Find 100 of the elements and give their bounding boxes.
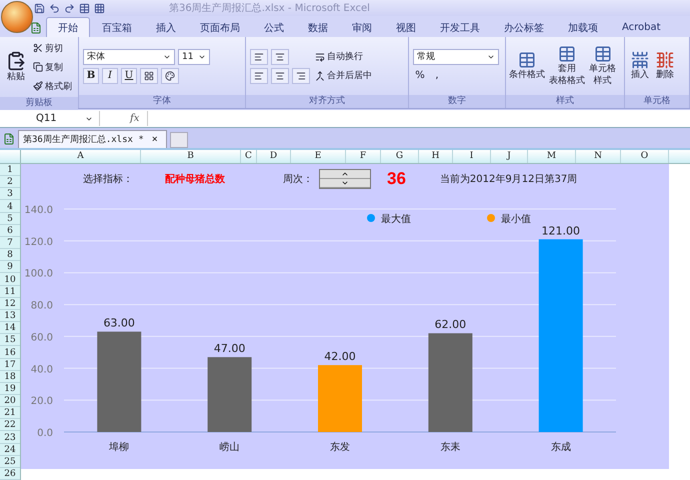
font-name-field[interactable]: 宋体 — [83, 48, 175, 64]
ribbon-tab[interactable]: 视图 — [384, 17, 428, 37]
column-header[interactable]: C — [241, 150, 257, 163]
column-header[interactable]: G — [381, 150, 419, 163]
column-header[interactable]: H — [419, 150, 453, 163]
row-header[interactable]: 15 — [0, 334, 20, 346]
column-header[interactable]: B — [141, 150, 241, 163]
ribbon-tab[interactable]: 插入 — [144, 17, 188, 37]
column-header[interactable]: D — [257, 150, 291, 163]
style-button[interactable]: 单元格 样式 — [587, 45, 618, 87]
column-header[interactable]: J — [491, 150, 528, 163]
alignment-button[interactable]: 合并后居中 — [313, 68, 374, 84]
ribbon-tab[interactable]: 百宝箱 — [90, 17, 144, 37]
ribbon-tab[interactable]: 开始 — [46, 17, 90, 37]
align-top-icon[interactable] — [250, 48, 268, 64]
number-format-button[interactable]: % — [413, 68, 427, 84]
clipboard-button[interactable]: 格式刷 — [31, 78, 74, 94]
row-header[interactable]: 19 — [0, 382, 20, 395]
alignment-button[interactable]: 自动换行 — [313, 48, 374, 64]
row-header[interactable]: 20 — [0, 394, 20, 408]
ribbon-tab[interactable]: Acrobat — [610, 17, 673, 37]
row-header[interactable]: 21 — [0, 407, 20, 420]
undo-icon[interactable] — [49, 2, 60, 14]
insert-cells-icon — [631, 51, 649, 69]
ribbon-tab[interactable]: 页面布局 — [188, 17, 252, 37]
row-header[interactable]: 5 — [0, 212, 20, 225]
office-button[interactable] — [1, 1, 33, 33]
week-number: 36 — [387, 169, 406, 189]
fill-color-icon[interactable] — [161, 68, 179, 84]
row-header[interactable]: 24 — [0, 444, 20, 456]
row-header[interactable]: 18 — [0, 370, 20, 383]
column-header[interactable]: F — [346, 150, 381, 163]
row-header[interactable]: 1 — [0, 164, 20, 176]
row-header[interactable]: 6 — [0, 224, 20, 237]
border-icon[interactable] — [140, 68, 158, 84]
style-button[interactable]: 条件格式 — [507, 51, 547, 81]
column-header[interactable]: N — [576, 150, 621, 163]
align-right-icon[interactable] — [292, 68, 310, 84]
cells-button[interactable]: 插入 — [629, 51, 651, 81]
copy-icon — [33, 62, 43, 72]
ribbon-tab[interactable]: 开发工具 — [428, 17, 492, 37]
row-header[interactable]: 26 — [0, 468, 20, 480]
align-center-icon[interactable] — [271, 68, 289, 84]
axis-tick-label: 140.0 — [24, 205, 53, 216]
column-header[interactable]: O — [621, 150, 669, 163]
category-label: 崂山 — [220, 442, 240, 453]
clipboard-button[interactable]: 复制 — [31, 59, 74, 75]
align-middle-icon[interactable] — [271, 48, 289, 64]
ribbon-tab[interactable]: 办公标签 — [492, 17, 556, 37]
spreadsheet-icon[interactable] — [30, 22, 42, 34]
axis-tick-label: 120.0 — [24, 236, 53, 248]
font-size-field[interactable]: 11 — [178, 48, 210, 64]
data-label: 62.00 — [434, 318, 466, 332]
paste-button[interactable]: 粘贴 — [4, 51, 28, 83]
close-icon[interactable]: × — [152, 134, 158, 145]
category-label: 东耒 — [440, 442, 460, 453]
ribbon-tab[interactable]: 数据 — [296, 17, 340, 37]
row-header[interactable]: 23 — [0, 431, 20, 444]
number-format-field[interactable]: 常规 — [413, 48, 499, 64]
group-label: 数字 — [409, 95, 505, 108]
grid-icon[interactable] — [94, 2, 105, 14]
format-button[interactable]: B — [83, 68, 99, 84]
format-button[interactable]: U — [121, 68, 137, 84]
row-header[interactable]: 11 — [0, 286, 20, 298]
column-header[interactable]: M — [528, 150, 576, 163]
column-header[interactable]: E — [291, 150, 346, 163]
insert-function-button[interactable]: fx — [130, 113, 140, 124]
row-header[interactable]: 10 — [0, 273, 20, 286]
cells-button[interactable]: 删除 — [654, 51, 676, 81]
row-header[interactable]: 13 — [0, 310, 20, 322]
row-header[interactable]: 22 — [0, 419, 20, 432]
row-header[interactable]: 14 — [0, 322, 20, 334]
row-header[interactable]: 12 — [0, 298, 20, 310]
row-header[interactable]: 3 — [0, 188, 20, 200]
clipboard-button[interactable]: 剪切 — [31, 40, 74, 56]
style-button[interactable]: 套用 表格格式 — [547, 45, 587, 87]
column-header[interactable]: I — [453, 150, 491, 163]
ribbon-tab[interactable]: 加载项 — [556, 17, 610, 37]
ribbon-tab[interactable]: 公式 — [252, 17, 296, 37]
name-box[interactable]: Q11 — [0, 111, 100, 126]
number-format-button[interactable]: , — [430, 68, 444, 84]
row-header[interactable]: 2 — [0, 176, 20, 188]
workbook-tab[interactable]: 第36周生产周报汇总.xlsx * × — [18, 130, 167, 148]
save-icon[interactable] — [34, 2, 45, 14]
spreadsheet-icon — [3, 133, 15, 145]
table-icon[interactable] — [79, 2, 90, 14]
row-header[interactable]: 25 — [0, 456, 20, 468]
row-header[interactable]: 16 — [0, 346, 20, 358]
row-header[interactable]: 17 — [0, 358, 20, 371]
group-label: 样式 — [506, 95, 624, 108]
column-header[interactable]: A — [21, 150, 141, 163]
group-label: 对齐方式 — [246, 95, 408, 108]
align-left-icon[interactable] — [250, 68, 268, 84]
row-header[interactable]: 8 — [0, 249, 20, 262]
row-header[interactable]: 7 — [0, 236, 20, 250]
row-header[interactable]: 9 — [0, 261, 20, 274]
ribbon-tab[interactable]: 审阅 — [340, 17, 384, 37]
row-header[interactable]: 4 — [0, 200, 20, 213]
format-button[interactable]: I — [102, 68, 118, 84]
redo-icon[interactable] — [64, 2, 75, 14]
